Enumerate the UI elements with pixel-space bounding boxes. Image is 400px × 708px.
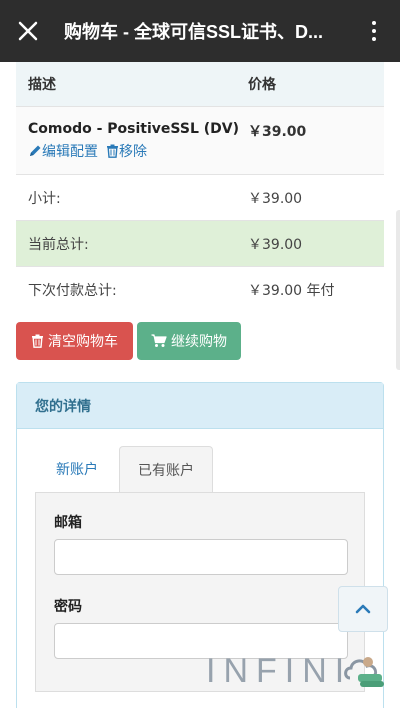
- item-price: ￥39.00: [248, 124, 307, 140]
- subtotal-label: 小计:: [28, 190, 61, 207]
- close-button[interactable]: [0, 0, 56, 62]
- product-name: Comodo - PositiveSSL (DV): [28, 121, 240, 137]
- shopping-cart-icon: [151, 334, 167, 347]
- email-label: 邮箱: [54, 515, 82, 531]
- scroll-indicator: [396, 210, 400, 370]
- continue-shopping-button[interactable]: 继续购物: [137, 322, 241, 360]
- next-payment-value: ￥39.00 年付: [248, 283, 335, 299]
- continue-shopping-label: 继续购物: [171, 334, 227, 350]
- cart-table-header: 描述 价格: [16, 62, 384, 107]
- more-menu-button[interactable]: [348, 0, 400, 62]
- subtotal-value: ￥39.00: [248, 190, 303, 207]
- chevron-up-icon: [355, 604, 371, 614]
- current-total-row: 当前总计: ￥39.00: [16, 221, 384, 267]
- tab-existing-account[interactable]: 已有账户: [119, 446, 213, 493]
- edit-config-label: 编辑配置: [42, 144, 98, 160]
- next-payment-label: 下次付款总计:: [28, 283, 117, 299]
- description-header: 描述: [28, 77, 56, 93]
- pencil-icon: [30, 145, 41, 156]
- top-bar: 购物车 - 全球可信SSL证书、D...: [0, 0, 400, 62]
- tab-new-account[interactable]: 新账户: [35, 446, 119, 492]
- scroll-to-top-button[interactable]: [338, 586, 388, 632]
- empty-cart-label: 清空购物车: [48, 334, 118, 350]
- details-panel-title: 您的详情: [17, 383, 383, 429]
- more-vertical-icon: [372, 19, 376, 43]
- subtotal-row: 小计: ￥39.00: [16, 175, 384, 221]
- account-tabs: 新账户 已有账户: [35, 446, 213, 493]
- cloud-logo-icon: [344, 657, 384, 687]
- current-total-value: ￥39.00: [248, 236, 303, 253]
- next-payment-row: 下次付款总计: ￥39.00 年付: [16, 267, 384, 313]
- page-title: 购物车 - 全球可信SSL证书、D...: [64, 22, 324, 42]
- close-icon: [18, 21, 38, 41]
- trash-icon: [32, 334, 43, 348]
- cart-item-row: Comodo - PositiveSSL (DV) 编辑配置 移除 ￥39.00: [16, 107, 384, 175]
- watermark-text: INFINI: [206, 652, 353, 690]
- trash-icon: [107, 144, 118, 158]
- empty-cart-button[interactable]: 清空购物车: [16, 322, 133, 360]
- password-label: 密码: [54, 599, 82, 615]
- price-header: 价格: [248, 77, 276, 93]
- cart-actions: 清空购物车 继续购物: [16, 322, 241, 360]
- edit-config-link[interactable]: 编辑配置: [28, 141, 98, 161]
- current-total-label: 当前总计:: [28, 236, 89, 253]
- remove-link[interactable]: 移除: [106, 141, 147, 161]
- remove-label: 移除: [119, 144, 147, 160]
- cart-table: 描述 价格 Comodo - PositiveSSL (DV) 编辑配置 移除 …: [16, 62, 384, 313]
- email-field[interactable]: [54, 539, 348, 575]
